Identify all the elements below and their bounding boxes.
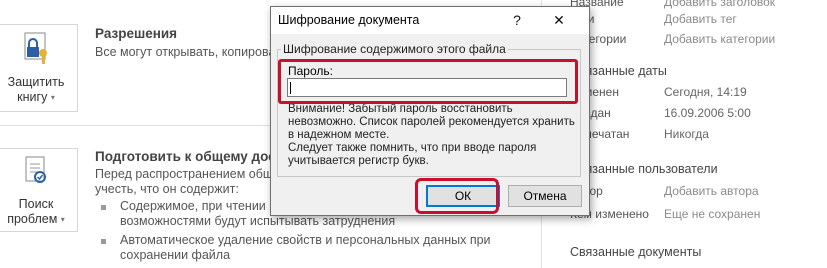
protect-label-2: книгу ▾ bbox=[17, 90, 55, 104]
permissions-title: Разрешения bbox=[95, 26, 178, 41]
close-icon[interactable]: ✕ bbox=[546, 9, 572, 31]
document-checklist-icon bbox=[0, 155, 77, 191]
warning-line-4: Следует также помнить, что при вводе пар… bbox=[288, 142, 537, 154]
inspect-label-2: проблем ▾ bbox=[7, 212, 65, 226]
password-highlight-frame bbox=[278, 59, 578, 104]
prepare-text-1: Перед распространением общ bbox=[95, 167, 274, 181]
bullet-1-line-1: Содержимое, при чтении к bbox=[120, 199, 275, 213]
prop-tags-value[interactable]: Добавить тег bbox=[664, 12, 737, 26]
ok-highlight-frame bbox=[415, 178, 499, 214]
chevron-down-icon: ▾ bbox=[50, 93, 55, 103]
prop-categories-value[interactable]: Добавить категории bbox=[664, 32, 775, 46]
modified-by-value: Еще не сохранен bbox=[664, 207, 761, 221]
prepare-text-2: учесть, что он содержит: bbox=[95, 182, 239, 196]
divider bbox=[0, 125, 270, 126]
warning-line-2: невозможно. Список паролей рекомендуется… bbox=[288, 116, 575, 128]
bullet-marker bbox=[101, 205, 106, 210]
dialog-title: Шифрование документа bbox=[278, 13, 420, 27]
dialog-titlebar[interactable]: Шифрование документа ? ✕ bbox=[271, 7, 589, 34]
chevron-down-icon: ▾ bbox=[60, 215, 65, 225]
prepare-title: Подготовить к общему дос bbox=[95, 149, 276, 164]
author-value[interactable]: Добавить автора bbox=[664, 184, 759, 198]
date-modified-value: Сегодня, 14:19 bbox=[664, 85, 747, 99]
warning-line-5: учитывается регистр букв. bbox=[288, 155, 429, 167]
permissions-text: Все могут открывать, копировать bbox=[95, 45, 288, 59]
related-people-header: Связанные пользователи bbox=[570, 162, 718, 176]
bullet-2-line-1: Автоматическое удаление свойств и персон… bbox=[120, 233, 491, 247]
warning-line-3: в надежном месте. bbox=[288, 129, 390, 141]
protect-workbook-button[interactable]: Защитить книгу ▾ bbox=[0, 24, 78, 112]
prop-title-value[interactable]: Добавить заголовок bbox=[664, 0, 775, 9]
bullet-marker bbox=[101, 239, 106, 244]
group-label: Шифрование содержимого этого файла bbox=[281, 42, 508, 56]
date-created-value: 16.09.2006 5:00 bbox=[664, 106, 751, 120]
bullet-1-line-2: возможностями будут испытывать затруднен… bbox=[120, 214, 396, 228]
bullet-2-line-2: сохранении файла bbox=[120, 248, 231, 262]
inspect-label-1: Поиск bbox=[18, 197, 54, 211]
related-docs-header: Связанные документы bbox=[570, 245, 702, 259]
protect-label-1: Защитить bbox=[7, 75, 65, 89]
check-for-issues-button[interactable]: Поиск проблем ▾ bbox=[0, 148, 78, 232]
lock-key-document-icon bbox=[0, 31, 77, 69]
help-icon[interactable]: ? bbox=[504, 9, 530, 31]
warning-line-1: Внимание! Забытый пароль восстановить bbox=[288, 103, 513, 115]
cancel-button[interactable]: Отмена bbox=[508, 185, 582, 207]
date-printed-value: Никогда bbox=[664, 127, 709, 141]
